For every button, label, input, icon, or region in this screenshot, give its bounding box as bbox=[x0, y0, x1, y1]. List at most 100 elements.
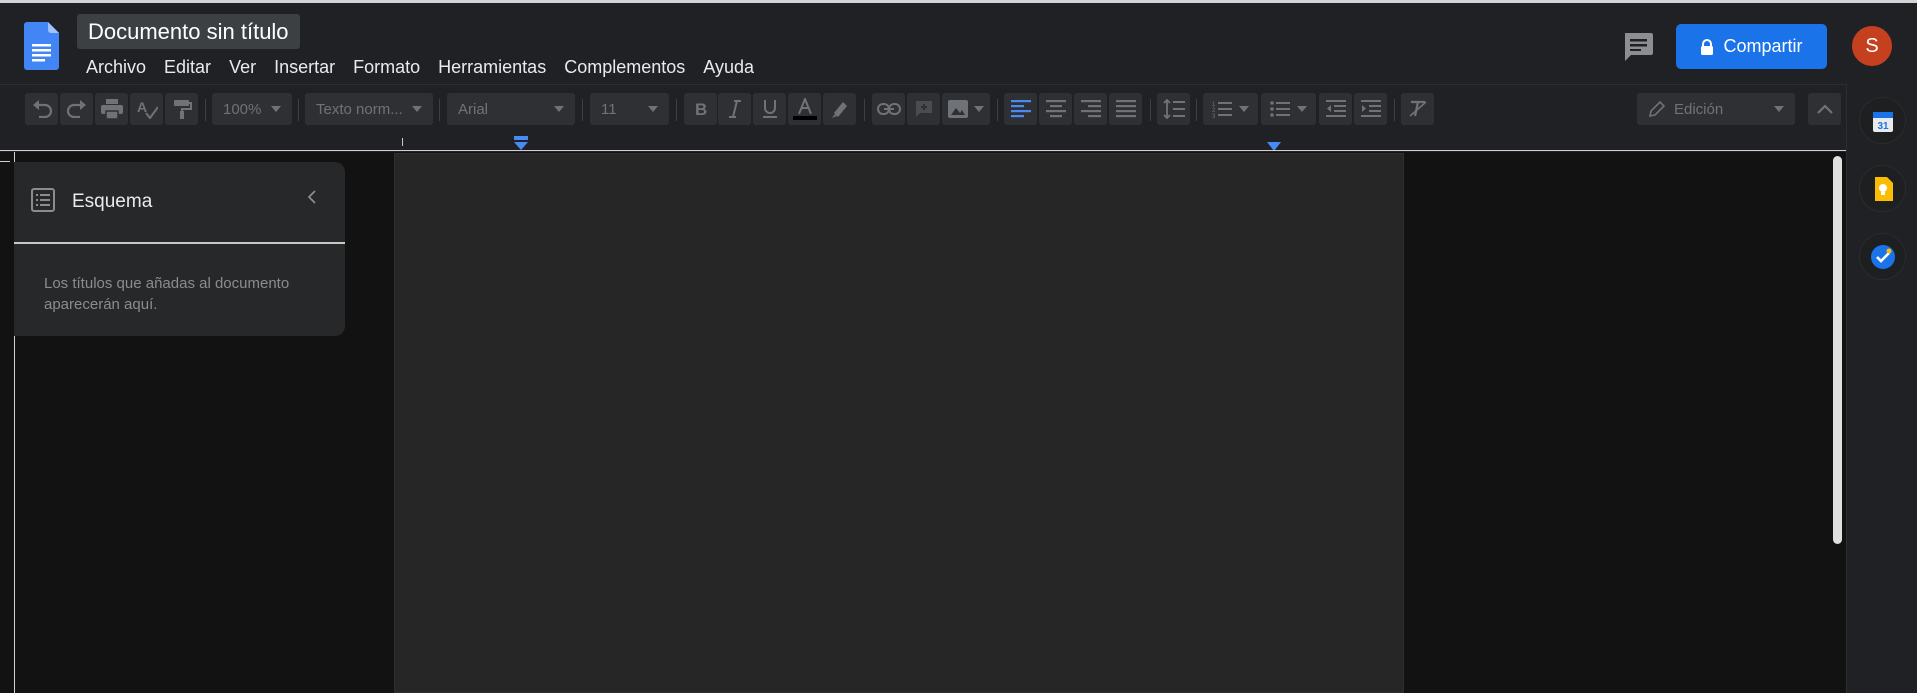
first-line-indent-marker[interactable] bbox=[513, 136, 529, 150]
insert-image-button[interactable] bbox=[942, 93, 990, 125]
chevron-down-icon bbox=[648, 106, 658, 112]
menu-formato[interactable]: Formato bbox=[344, 54, 429, 80]
document-title-input[interactable]: Documento sin título bbox=[77, 14, 300, 49]
text-color-icon bbox=[797, 98, 812, 114]
increase-indent-icon[interactable] bbox=[1354, 93, 1387, 125]
chevron-down-icon bbox=[1297, 106, 1307, 112]
menu-insertar[interactable]: Insertar bbox=[265, 54, 344, 80]
outline-empty-hint: Los títulos que añadas al documento apar… bbox=[44, 275, 290, 313]
toolbar-divider bbox=[439, 99, 440, 121]
toolbar-divider bbox=[676, 99, 677, 121]
align-left-icon[interactable] bbox=[1004, 93, 1037, 125]
chevron-down-icon bbox=[554, 106, 564, 112]
font-value: Arial bbox=[458, 100, 489, 118]
pencil-icon bbox=[1648, 100, 1666, 118]
lightbulb-icon bbox=[1874, 176, 1893, 201]
tasks-check-icon bbox=[1870, 244, 1895, 269]
share-label: Compartir bbox=[1723, 36, 1803, 56]
menu-herramientas[interactable]: Herramientas bbox=[429, 54, 555, 80]
horizontal-ruler bbox=[0, 131, 1846, 152]
style-select[interactable]: Texto norm... bbox=[305, 93, 433, 125]
bold-icon[interactable]: B bbox=[684, 93, 717, 125]
font-size-value: 11 bbox=[601, 100, 617, 118]
undo-icon[interactable] bbox=[25, 93, 58, 125]
toolbar-divider bbox=[298, 99, 299, 121]
print-icon[interactable] bbox=[95, 93, 128, 125]
highlight-icon[interactable] bbox=[823, 93, 856, 125]
chevron-down-icon bbox=[271, 106, 281, 112]
app-header: Documento sin título Archivo Editar Ver … bbox=[0, 3, 1917, 84]
line-spacing-icon[interactable] bbox=[1157, 93, 1190, 125]
vertical-scrollbar[interactable] bbox=[1833, 156, 1842, 544]
ruler-baseline bbox=[0, 150, 1846, 151]
keep-app-button[interactable] bbox=[1859, 165, 1906, 212]
numbered-list-icon: 123 bbox=[1212, 102, 1232, 118]
side-panel: 31 bbox=[1846, 84, 1917, 693]
toolbar-divider bbox=[1150, 99, 1151, 121]
chevron-down-icon bbox=[1774, 106, 1784, 112]
toolbar-divider bbox=[205, 99, 206, 121]
calendar-day: 31 bbox=[1877, 121, 1889, 132]
toolbar-divider bbox=[582, 99, 583, 121]
justify-icon[interactable] bbox=[1109, 93, 1142, 125]
underline-icon[interactable] bbox=[753, 93, 786, 125]
align-center-icon[interactable] bbox=[1039, 93, 1072, 125]
numbered-list-button[interactable]: 123 bbox=[1203, 93, 1258, 125]
svg-text:3: 3 bbox=[1212, 114, 1216, 118]
vertical-ruler-tick bbox=[0, 161, 10, 162]
menu-ayuda[interactable]: Ayuda bbox=[694, 54, 763, 80]
style-value: Texto norm... bbox=[316, 100, 403, 118]
menu-bar: Archivo Editar Ver Insertar Formato Herr… bbox=[77, 54, 763, 80]
redo-icon[interactable] bbox=[60, 93, 93, 125]
text-color-swatch bbox=[792, 116, 817, 120]
link-icon[interactable] bbox=[872, 93, 905, 125]
paint-format-icon[interactable] bbox=[165, 93, 198, 125]
outline-title: Esquema bbox=[72, 191, 153, 212]
avatar[interactable]: S bbox=[1852, 26, 1892, 66]
align-right-icon[interactable] bbox=[1074, 93, 1107, 125]
document-outline-panel: Esquema Los títulos que añadas al docume… bbox=[14, 162, 345, 336]
docs-logo-icon[interactable] bbox=[24, 22, 59, 70]
share-button[interactable]: Compartir bbox=[1676, 24, 1827, 69]
menu-editar[interactable]: Editar bbox=[155, 54, 220, 80]
hide-menus-chevron-up-icon[interactable] bbox=[1808, 93, 1841, 125]
toolbar-divider bbox=[864, 99, 865, 121]
toolbar-divider bbox=[1394, 99, 1395, 121]
formatting-toolbar: A 100% Texto norm... Arial 11 B 1 2 3 Ed… bbox=[0, 84, 1846, 131]
editing-mode-label: Edición bbox=[1674, 100, 1724, 118]
tasks-app-button[interactable] bbox=[1859, 233, 1906, 280]
text-color-button[interactable] bbox=[788, 93, 821, 125]
chevron-left-icon[interactable] bbox=[307, 190, 317, 204]
spellcheck-icon[interactable]: A bbox=[130, 93, 163, 125]
bulleted-list-icon bbox=[1270, 101, 1290, 117]
clear-formatting-icon[interactable] bbox=[1401, 93, 1434, 125]
lock-icon bbox=[1701, 38, 1714, 55]
calendar-app-button[interactable]: 31 bbox=[1859, 97, 1906, 144]
chevron-down-icon bbox=[1239, 106, 1249, 112]
svg-text:B: B bbox=[695, 100, 707, 118]
chevron-down-icon bbox=[974, 106, 984, 112]
comments-icon[interactable] bbox=[1620, 30, 1656, 62]
ruler-tick bbox=[402, 138, 403, 146]
decrease-indent-icon[interactable] bbox=[1319, 93, 1352, 125]
outline-icon bbox=[31, 188, 55, 212]
document-page[interactable] bbox=[394, 153, 1404, 693]
editing-mode-group: Edición bbox=[1648, 100, 1723, 118]
zoom-value: 100% bbox=[223, 100, 262, 118]
zoom-select[interactable]: 100% bbox=[212, 93, 292, 125]
chevron-down-icon bbox=[412, 106, 422, 112]
font-select[interactable]: Arial bbox=[447, 93, 575, 125]
image-icon bbox=[948, 100, 968, 118]
menu-archivo[interactable]: Archivo bbox=[77, 54, 155, 80]
editing-mode-select[interactable]: Edición bbox=[1637, 93, 1795, 125]
outline-header: Esquema bbox=[14, 162, 345, 244]
menu-ver[interactable]: Ver bbox=[220, 54, 265, 80]
bulleted-list-button[interactable] bbox=[1261, 93, 1316, 125]
calendar-icon: 31 bbox=[1872, 111, 1893, 132]
toolbar-divider bbox=[997, 99, 998, 121]
menu-complementos[interactable]: Complementos bbox=[555, 54, 694, 80]
font-size-select[interactable]: 11 bbox=[590, 93, 669, 125]
add-comment-icon[interactable] bbox=[907, 93, 940, 125]
toolbar-divider bbox=[1196, 99, 1197, 121]
italic-icon[interactable] bbox=[718, 93, 751, 125]
